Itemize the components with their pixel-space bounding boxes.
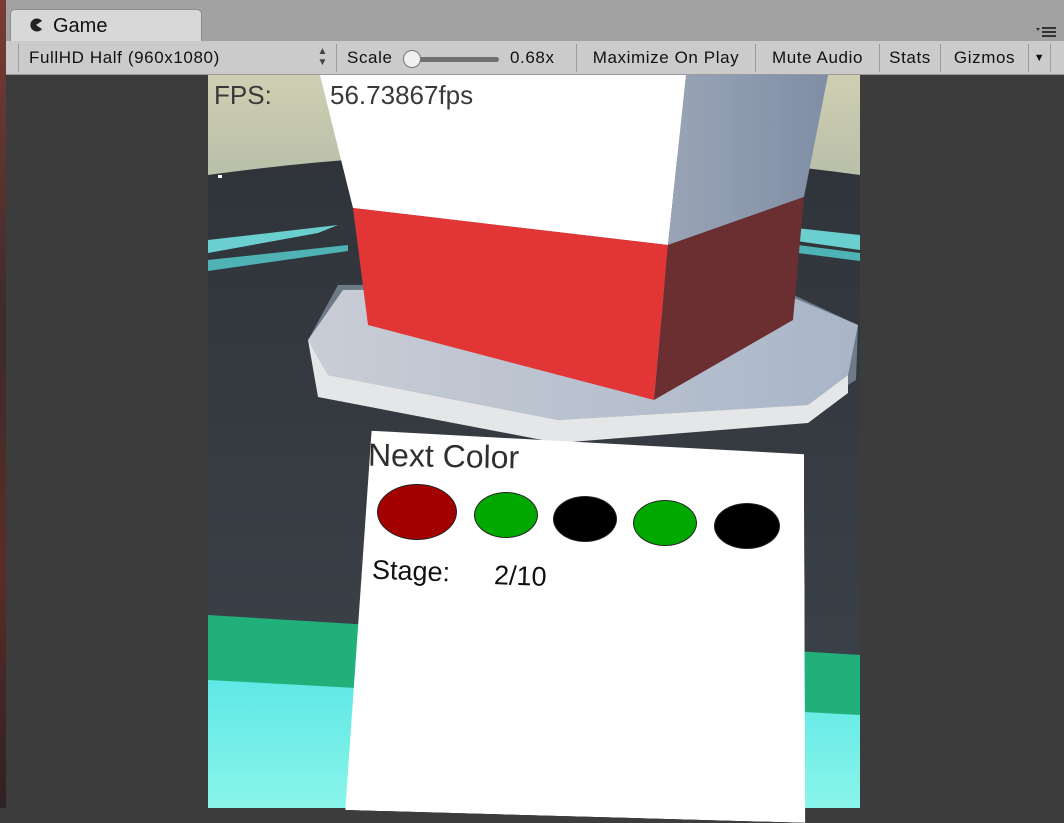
resolution-value: FullHD Half (960x1080) <box>29 48 220 67</box>
gizmos-button[interactable]: Gizmos <box>941 44 1029 72</box>
stage-label: Stage: <box>371 554 451 588</box>
next-color-swatch-2 <box>474 492 538 538</box>
tab-menu-icon[interactable] <box>1036 26 1056 38</box>
tab-game[interactable]: Game <box>10 9 202 42</box>
left-edge-strip <box>0 0 6 808</box>
fps-label: FPS: <box>214 80 272 110</box>
resolution-dropdown[interactable]: FullHD Half (960x1080) ▲ ▼ <box>18 44 337 72</box>
next-color-swatch-1 <box>377 484 457 540</box>
stage-value: 2/10 <box>493 560 548 592</box>
next-color-label: Next Color <box>367 436 520 476</box>
maximize-on-play-button[interactable]: Maximize On Play <box>577 44 756 72</box>
next-color-swatch-3 <box>553 496 617 542</box>
tab-bar: Game <box>0 0 1064 42</box>
scale-label: Scale <box>347 48 393 67</box>
tab-game-label: Game <box>53 15 108 37</box>
mute-audio-button[interactable]: Mute Audio <box>756 44 880 72</box>
scale-control: Scale 0.68x <box>337 44 577 72</box>
stats-button[interactable]: Stats <box>880 44 941 72</box>
pacman-icon <box>30 18 42 32</box>
gizmos-dropdown-icon[interactable]: ▼ <box>1029 44 1051 72</box>
scale-value: 0.68x <box>510 48 555 67</box>
scene-marker <box>218 175 222 178</box>
next-color-swatch-4 <box>633 500 697 546</box>
up-down-arrows-icon: ▲ ▼ <box>317 46 328 68</box>
fps-value: 56.73867fps <box>330 80 474 110</box>
game-toolbar: FullHD Half (960x1080) ▲ ▼ Scale 0.68x Ma… <box>0 41 1064 75</box>
scale-slider-thumb[interactable] <box>403 50 421 68</box>
next-color-swatch-5 <box>714 503 780 549</box>
